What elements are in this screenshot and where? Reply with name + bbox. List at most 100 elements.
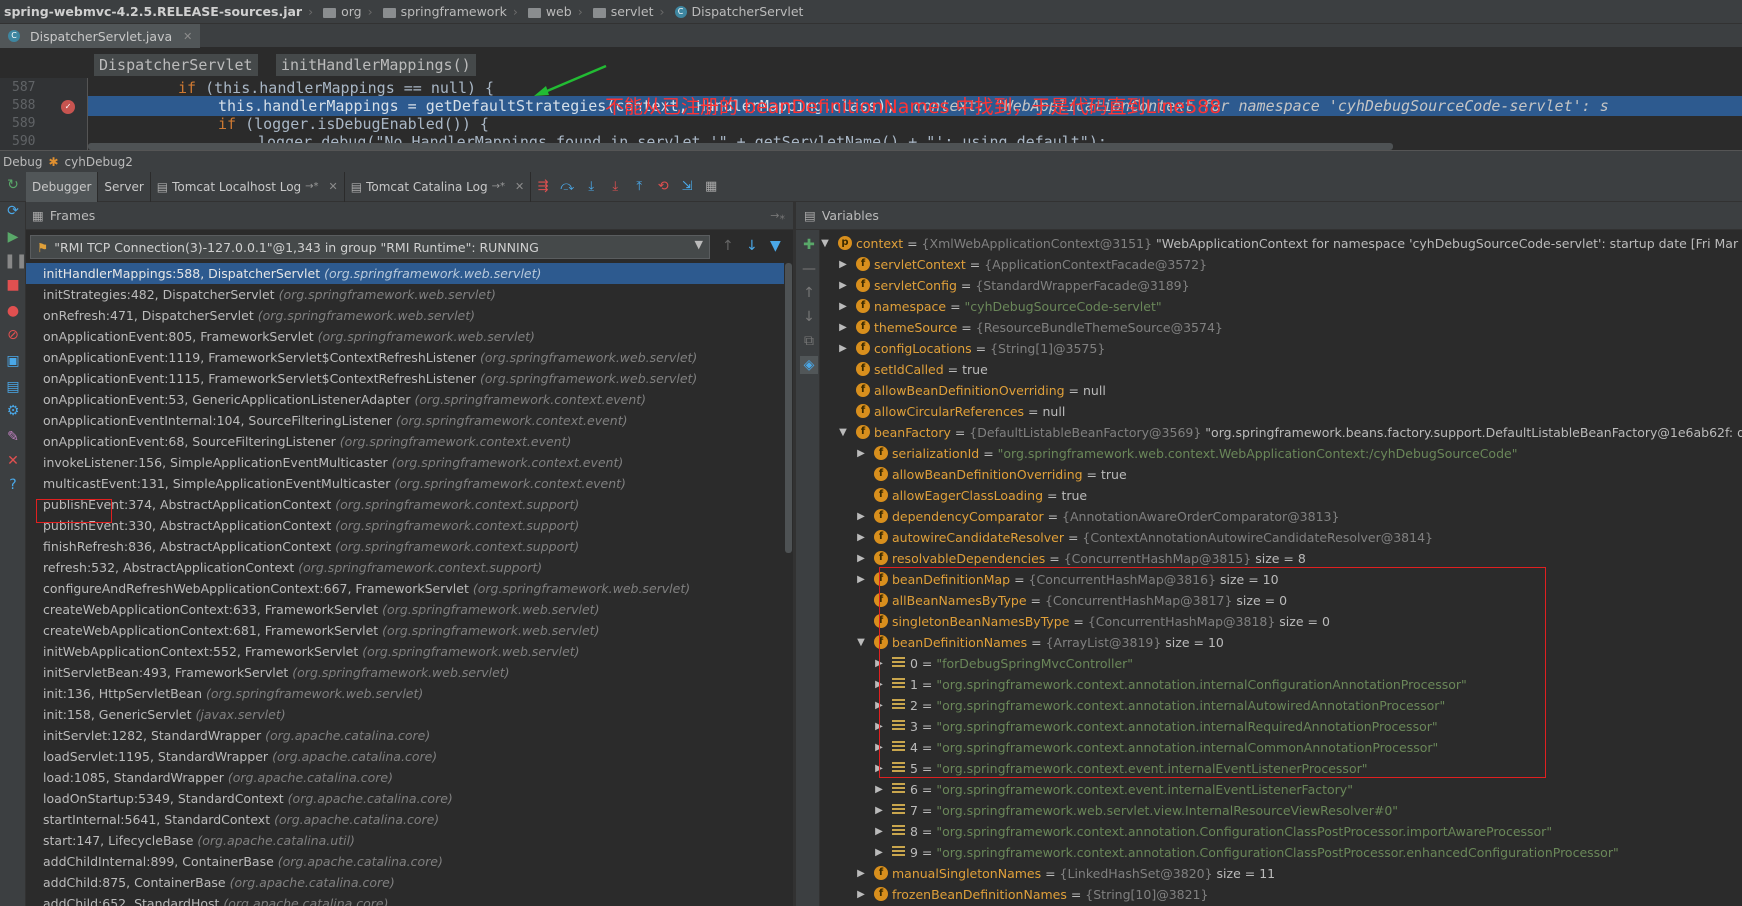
tab-server[interactable]: Server <box>98 171 151 202</box>
variable-row[interactable]: ▶ 8 = "org.springframework.context.annota… <box>820 821 1742 842</box>
expand-icon[interactable]: ▶ <box>856 527 866 548</box>
breadcrumb-servlet[interactable]: servlet › <box>592 4 671 19</box>
breadcrumb-web[interactable]: web › <box>527 4 589 19</box>
variable-row[interactable]: ▶ f autowireCandidateResolver = {ContextAn… <box>820 527 1742 548</box>
code-breadcrumb-class[interactable]: DispatcherServlet <box>94 54 258 76</box>
variable-row[interactable]: ▶ f manualSingletonNames = {LinkedHashSet@… <box>820 863 1742 884</box>
remove-watch-icon[interactable]: — <box>800 260 818 278</box>
variable-row[interactable]: f allowCircularReferences = null <box>820 401 1742 422</box>
variable-row[interactable]: ▶ 6 = "org.springframework.context.event.… <box>820 779 1742 800</box>
breadcrumb-org[interactable]: org › <box>323 4 379 19</box>
breadcrumb-jar[interactable]: spring-webmvc-4.2.5.RELEASE-sources.jar › <box>4 4 319 19</box>
variable-row[interactable]: f allowBeanDefinitionOverriding = true <box>820 464 1742 485</box>
expand-icon[interactable]: ▶ <box>856 863 866 884</box>
expand-icon[interactable]: ▶ <box>874 800 884 821</box>
resume-icon[interactable]: ▶ <box>4 228 22 246</box>
chevron-down-icon[interactable]: ▼ <box>695 238 703 251</box>
variable-row[interactable]: ▶ f themeSource = {ResourceBundleThemeSour… <box>820 317 1742 338</box>
variable-row[interactable]: ▶ f dependencyComparator = {AnnotationAwar… <box>820 506 1742 527</box>
variable-row[interactable]: f allowBeanDefinitionOverriding = null <box>820 380 1742 401</box>
variable-row[interactable]: ▶ f configLocations = {String[1]@3575} <box>820 338 1742 359</box>
close-icon[interactable]: ✕ <box>329 180 338 193</box>
code-editor[interactable]: DispatcherServlet initHandlerMappings() … <box>0 48 1742 150</box>
tab-debugger[interactable]: Debugger <box>26 171 99 202</box>
variable-row[interactable]: ▶ f namespace = "cyhDebugSourceCode-servle… <box>820 296 1742 317</box>
variable-row[interactable]: ▶ f resolvableDependencies = {ConcurrentHa… <box>820 548 1742 569</box>
expand-icon[interactable]: ▶ <box>856 506 866 527</box>
view-breakpoints-icon[interactable]: ● <box>4 302 22 320</box>
variable-row[interactable]: f setIdCalled = true <box>820 359 1742 380</box>
variable-row[interactable]: ▶ 9 = "org.springframework.context.annota… <box>820 842 1742 863</box>
frame-item[interactable]: finishRefresh:836, AbstractApplicationCo… <box>26 536 784 557</box>
expand-icon[interactable]: ▶ <box>838 296 848 317</box>
expand-icon[interactable]: ▶ <box>874 779 884 800</box>
expand-icon[interactable]: ▶ <box>874 821 884 842</box>
expand-icon[interactable]: ▶ <box>856 548 866 569</box>
frame-item[interactable]: invokeListener:156, SimpleApplicationEve… <box>26 452 784 473</box>
frame-item[interactable]: start:147, LifecycleBase (org.apache.cat… <box>26 830 784 851</box>
expand-icon[interactable]: ▶ <box>838 254 848 275</box>
help-icon[interactable]: ? <box>4 476 22 494</box>
frame-item[interactable]: onApplicationEvent:68, SourceFilteringLi… <box>26 431 784 452</box>
frame-item[interactable]: addChildInternal:899, ContainerBase (org… <box>26 851 784 872</box>
expand-icon[interactable]: ▶ <box>838 338 848 359</box>
force-step-into-icon[interactable]: ⤓ <box>606 178 624 196</box>
show-watches-icon[interactable]: ◈ <box>800 356 818 374</box>
pause-icon[interactable]: ❚❚ <box>4 252 27 270</box>
frame-item[interactable]: configureAndRefreshWebApplicationContext… <box>26 578 784 599</box>
expand-icon[interactable]: ▶ <box>856 884 866 905</box>
collapse-icon[interactable]: ▼ <box>820 233 830 254</box>
rerun-icon[interactable]: ↻ <box>4 176 22 194</box>
move-up-icon[interactable]: ↑ <box>800 284 818 302</box>
frames-scrollbar[interactable] <box>784 263 793 906</box>
step-into-icon[interactable]: ⤓ <box>582 178 600 196</box>
editor-horizontal-scrollbar[interactable] <box>88 143 1393 150</box>
variable-row[interactable]: ▼ p context = {XmlWebApplicationContext@31… <box>820 233 1742 254</box>
step-over-icon[interactable]: ⤼ <box>558 178 576 196</box>
frame-item[interactable]: initServlet:1282, StandardWrapper (org.a… <box>26 725 784 746</box>
variable-row[interactable]: ▼ f beanFactory = {DefaultListableBeanFact… <box>820 422 1742 443</box>
frame-item[interactable]: addChild:875, ContainerBase (org.apache.… <box>26 872 784 893</box>
frame-item[interactable]: onApplicationEvent:1119, FrameworkServle… <box>26 347 784 368</box>
expand-icon[interactable]: ▶ <box>874 842 884 863</box>
frame-item[interactable]: startInternal:5641, StandardContext (org… <box>26 809 784 830</box>
scrollbar-thumb[interactable] <box>785 263 792 553</box>
previous-frame-icon[interactable]: ↑ <box>722 238 734 254</box>
evaluate-expression-icon[interactable]: ▦ <box>702 178 720 196</box>
hide-arrow-icon[interactable]: →⁎ <box>770 209 785 222</box>
breadcrumb-springframework[interactable]: springframework › <box>382 4 524 19</box>
frame-item[interactable]: initWebApplicationContext:552, Framework… <box>26 641 784 662</box>
update-icon[interactable]: ⟳ <box>4 202 22 220</box>
collapse-icon[interactable]: ▼ <box>838 422 848 443</box>
frame-item[interactable]: onApplicationEventInternal:104, SourceFi… <box>26 410 784 431</box>
mute-breakpoints-icon[interactable]: ⊘ <box>4 326 22 344</box>
settings-icon[interactable]: ⚙ <box>4 402 22 420</box>
run-to-cursor-icon[interactable]: ⇲ <box>678 178 696 196</box>
stop-icon[interactable]: ■ <box>4 276 22 294</box>
debug-config-name[interactable]: cyhDebug2 <box>65 155 133 169</box>
tab-tomcat-catalina-log[interactable]: ▤ Tomcat Catalina Log →* ✕ <box>345 171 532 202</box>
frame-item[interactable]: init:136, HttpServletBean (org.springfra… <box>26 683 784 704</box>
frame-item[interactable]: init:158, GenericServlet (javax.servlet) <box>26 704 784 725</box>
thread-selector[interactable]: ⚑ "RMI TCP Connection(3)-127.0.0.1"@1,34… <box>30 235 710 259</box>
frame-item[interactable]: onRefresh:471, DispatcherServlet (org.sp… <box>26 305 784 326</box>
frame-item[interactable]: onApplicationEvent:1115, FrameworkServle… <box>26 368 784 389</box>
frame-item[interactable]: publishEvent:374, AbstractApplicationCon… <box>26 494 784 515</box>
camera-icon[interactable]: ▣ <box>4 352 22 370</box>
breakpoint-icon[interactable]: ✓ <box>61 100 75 114</box>
pin-icon[interactable]: ✎ <box>4 428 22 446</box>
frame-item[interactable]: createWebApplicationContext:633, Framewo… <box>26 599 784 620</box>
drop-frame-icon[interactable]: ⟲ <box>654 178 672 196</box>
code-breadcrumb-method[interactable]: initHandlerMappings() <box>276 54 476 76</box>
breadcrumb-class[interactable]: C DispatcherServlet <box>674 4 803 19</box>
frame-item[interactable]: loadServlet:1195, StandardWrapper (org.a… <box>26 746 784 767</box>
variable-row[interactable]: f allowEagerClassLoading = true <box>820 485 1742 506</box>
tab-dispatcherservlet[interactable]: C DispatcherServlet.java ✕ <box>0 24 201 48</box>
variable-row[interactable]: ▶ f frozenBeanDefinitionNames = {String[10… <box>820 884 1742 905</box>
variable-row[interactable]: ▶ 7 = "org.springframework.web.servlet.vi… <box>820 800 1742 821</box>
frame-item[interactable]: createWebApplicationContext:681, Framewo… <box>26 620 784 641</box>
tab-tomcat-localhost-log[interactable]: ▤ Tomcat Localhost Log →* ✕ <box>151 171 345 202</box>
frame-item[interactable]: onApplicationEvent:805, FrameworkServlet… <box>26 326 784 347</box>
frame-item[interactable]: addChild:652, StandardHost (org.apache.c… <box>26 893 784 906</box>
expand-icon[interactable]: ▶ <box>838 275 848 296</box>
